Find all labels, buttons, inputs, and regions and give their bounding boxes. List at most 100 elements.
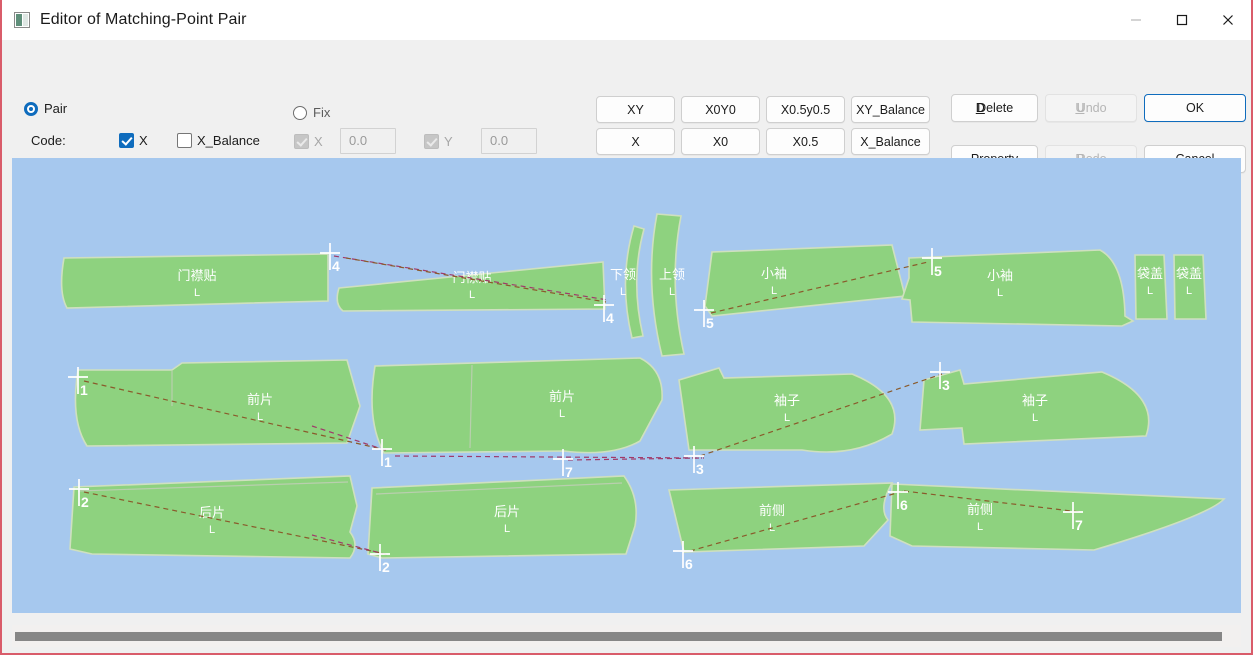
- piece-label: 前侧: [759, 503, 785, 519]
- piece-qianpian-left[interactable]: 前片 L: [74, 359, 361, 447]
- piece-sublabel: L: [771, 285, 777, 297]
- marker-number: 1: [384, 454, 392, 470]
- undo-button: U Undo: [1045, 94, 1137, 122]
- radio-dot-icon: [293, 105, 307, 120]
- checkbox-x-label: X: [139, 133, 148, 148]
- op-button-x0y0[interactable]: X0Y0: [681, 96, 760, 123]
- checkbox-fix-x[interactable]: X: [294, 134, 323, 149]
- checkbox-box-icon: [294, 134, 309, 149]
- piece-sublabel: L: [1032, 412, 1038, 424]
- delete-button-label: Delete: [977, 101, 1014, 115]
- piece-qiance-right[interactable]: 前侧 L: [889, 483, 1226, 551]
- pattern-svg: .pc { fill:#8ed27f; stroke:#cfe0bf; stro…: [60, 213, 1226, 575]
- close-icon[interactable]: [1205, 0, 1251, 40]
- app-window-icon: [14, 12, 30, 28]
- piece-sublabel: L: [469, 289, 475, 301]
- piece-xiuzi-right[interactable]: 袖子 L: [919, 369, 1150, 445]
- scrollbar-thumb[interactable]: [15, 631, 1222, 641]
- checkbox-fix-y-label: Y: [444, 134, 453, 149]
- op-button-xy[interactable]: XY: [596, 96, 675, 123]
- window-controls: [1113, 0, 1251, 40]
- op-button-x[interactable]: X: [596, 128, 675, 155]
- marker-number: 4: [332, 258, 340, 274]
- op-button-x05[interactable]: X0.5: [766, 128, 845, 155]
- piece-label: 袋盖: [1176, 267, 1202, 282]
- piece-menjintie-right[interactable]: 门襟贴 L: [336, 261, 606, 312]
- op-button-x05y05[interactable]: X0.5y0.5: [766, 96, 845, 123]
- piece-label: 袖子: [1022, 394, 1048, 409]
- pair-radio[interactable]: Pair: [24, 101, 67, 116]
- piece-label: 上领: [659, 268, 685, 283]
- radio-dot-icon: [24, 101, 38, 116]
- piece-sublabel: L: [1186, 285, 1192, 297]
- checkbox-box-icon: [119, 133, 134, 148]
- piece-houpian-right[interactable]: 后片 L: [367, 475, 637, 559]
- fix-radio-label: Fix: [313, 105, 331, 120]
- dialog-window: Editor of Matching-Point Pair Pair Code:…: [0, 0, 1253, 655]
- marker-number: 7: [565, 464, 573, 480]
- piece-label: 袋盖: [1137, 267, 1163, 282]
- marker-7a[interactable]: 7: [553, 449, 573, 480]
- code-label: Code:: [31, 133, 66, 148]
- maximize-icon[interactable]: [1159, 0, 1205, 40]
- piece-label: 前片: [247, 392, 273, 408]
- piece-sublabel: L: [784, 412, 790, 424]
- checkbox-fix-x-label: X: [314, 134, 323, 149]
- piece-label: 袖子: [774, 394, 800, 409]
- fix-x-value-field[interactable]: 0.0: [340, 128, 396, 154]
- piece-sublabel: L: [997, 287, 1003, 299]
- piece-xiaoxiu-right[interactable]: 小袖 L: [900, 249, 1135, 327]
- undo-button-label: Undo: [1076, 101, 1107, 115]
- piece-label: 前片: [549, 389, 575, 405]
- minimize-icon[interactable]: [1113, 0, 1159, 40]
- piece-xiuzi-left[interactable]: 袖子 L: [678, 367, 896, 453]
- op-button-xy-balance[interactable]: XY_Balance: [851, 96, 930, 123]
- pattern-canvas[interactable]: .pc { fill:#8ed27f; stroke:#cfe0bf; stro…: [12, 158, 1241, 613]
- marker-number: 6: [685, 556, 693, 572]
- delete-button[interactable]: D Delete: [951, 94, 1038, 122]
- window-title: Editor of Matching-Point Pair: [40, 11, 247, 28]
- marker-number: 2: [81, 494, 89, 510]
- marker-number: 2: [382, 559, 390, 575]
- op-button-x-balance[interactable]: X_Balance: [851, 128, 930, 155]
- marker-number: 1: [80, 382, 88, 398]
- marker-2a[interactable]: 2: [69, 479, 89, 510]
- piece-daigai-a[interactable]: 袋盖 L: [1134, 254, 1168, 320]
- piece-sublabel: L: [1147, 285, 1153, 297]
- piece-qiance-left[interactable]: 前侧 L: [667, 482, 894, 553]
- piece-sublabel: L: [977, 521, 983, 533]
- piece-sublabel: L: [669, 286, 675, 298]
- checkbox-x-balance[interactable]: X_Balance: [177, 133, 260, 148]
- marker-number: 7: [1075, 517, 1083, 533]
- piece-xiaoxiu-left[interactable]: 小袖 L: [704, 244, 907, 317]
- pair-radio-label: Pair: [44, 101, 68, 116]
- marker-number: 6: [900, 497, 908, 513]
- piece-shangling[interactable]: 上领 L: [650, 213, 685, 357]
- piece-xialing[interactable]: 下领 L: [610, 225, 645, 339]
- fix-y-value-field[interactable]: 0.0: [481, 128, 537, 154]
- checkbox-x-balance-label: X_Balance: [197, 133, 260, 148]
- checkbox-x[interactable]: X: [119, 133, 148, 148]
- options-toolbar: Pair Code: 1 X X_Balance Y Y_Balance: [2, 40, 1251, 187]
- checkbox-box-icon: [177, 133, 192, 148]
- piece-qianpian-right[interactable]: 前片 L: [371, 357, 663, 454]
- piece-sublabel: L: [620, 286, 626, 298]
- piece-houpian-left[interactable]: 后片 L: [69, 475, 358, 559]
- horizontal-scrollbar[interactable]: [12, 625, 1241, 647]
- title-bar: Editor of Matching-Point Pair: [2, 0, 1251, 40]
- checkbox-box-icon: [424, 134, 439, 149]
- ok-button[interactable]: OK: [1144, 94, 1246, 122]
- piece-menjintie-left[interactable]: 门襟贴 L: [60, 253, 329, 309]
- piece-sublabel: L: [504, 523, 510, 535]
- marker-number: 4: [606, 310, 614, 326]
- checkbox-fix-y[interactable]: Y: [424, 134, 453, 149]
- fix-radio[interactable]: Fix: [293, 105, 330, 120]
- piece-label: 前侧: [967, 502, 993, 518]
- piece-label: 后片: [494, 505, 520, 520]
- op-button-x0[interactable]: X0: [681, 128, 760, 155]
- piece-label: 小袖: [761, 267, 787, 282]
- piece-label: 门襟贴: [177, 269, 216, 284]
- piece-sublabel: L: [194, 287, 200, 299]
- piece-daigai-b[interactable]: 袋盖 L: [1173, 254, 1207, 320]
- marker-number: 3: [696, 461, 704, 477]
